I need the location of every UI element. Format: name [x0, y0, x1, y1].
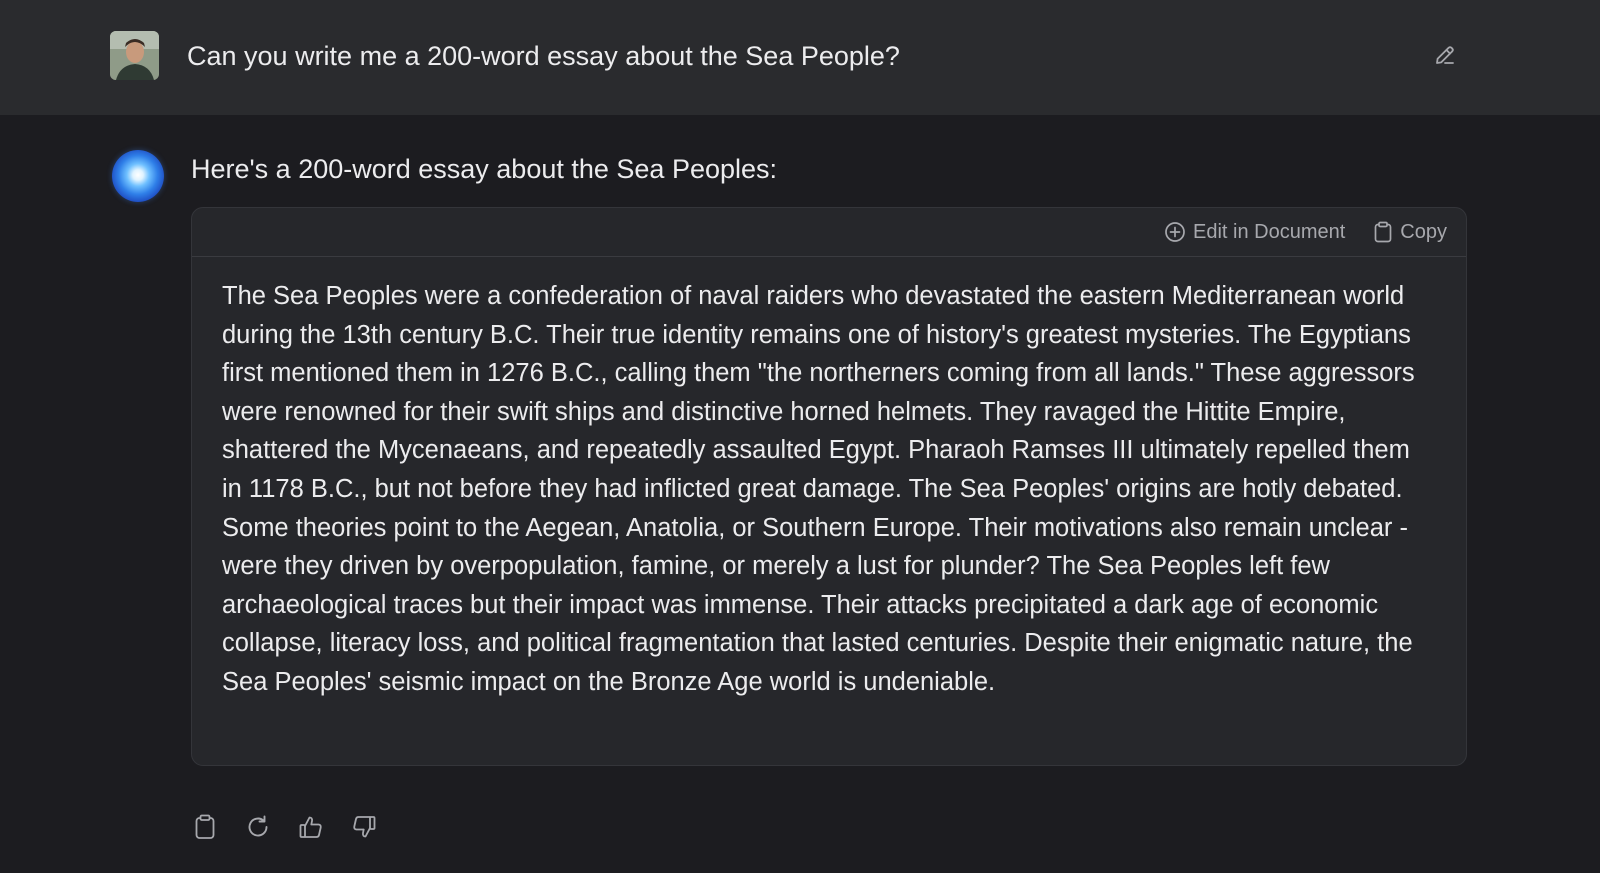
user-message-row: Can you write me a 200-word essay about …	[0, 0, 1600, 115]
copy-button[interactable]: Copy	[1373, 221, 1447, 244]
message-actions	[190, 812, 379, 842]
copy-label: Copy	[1400, 220, 1447, 243]
thumbs-up-button[interactable]	[296, 812, 326, 842]
clipboard-icon	[195, 814, 215, 839]
thumbs-up-icon	[299, 816, 322, 838]
pencil-icon	[1436, 46, 1454, 64]
assistant-intro-text: Here's a 200-word essay about the Sea Pe…	[191, 154, 778, 184]
thumbs-down-button[interactable]	[349, 812, 379, 842]
regenerate-button[interactable]	[243, 812, 273, 842]
thumbs-down-icon	[353, 816, 376, 838]
user-avatar	[110, 31, 159, 80]
user-message-text: Can you write me a 200-word essay about …	[187, 41, 900, 71]
plus-circle-icon	[1165, 222, 1185, 242]
assistant-avatar	[112, 150, 164, 202]
refresh-icon	[248, 815, 268, 837]
essay-card-header: Edit in Document Copy	[192, 208, 1466, 257]
essay-text: The Sea Peoples were a confederation of …	[222, 282, 1415, 696]
clipboard-icon	[1374, 221, 1392, 243]
copy-response-button[interactable]	[190, 812, 220, 842]
edit-message-button[interactable]	[1430, 40, 1460, 70]
edit-in-document-label: Edit in Document	[1193, 220, 1346, 243]
essay-code-block: Edit in Document Copy The Sea Peoples we…	[191, 207, 1467, 766]
edit-in-document-button[interactable]: Edit in Document	[1164, 221, 1345, 244]
